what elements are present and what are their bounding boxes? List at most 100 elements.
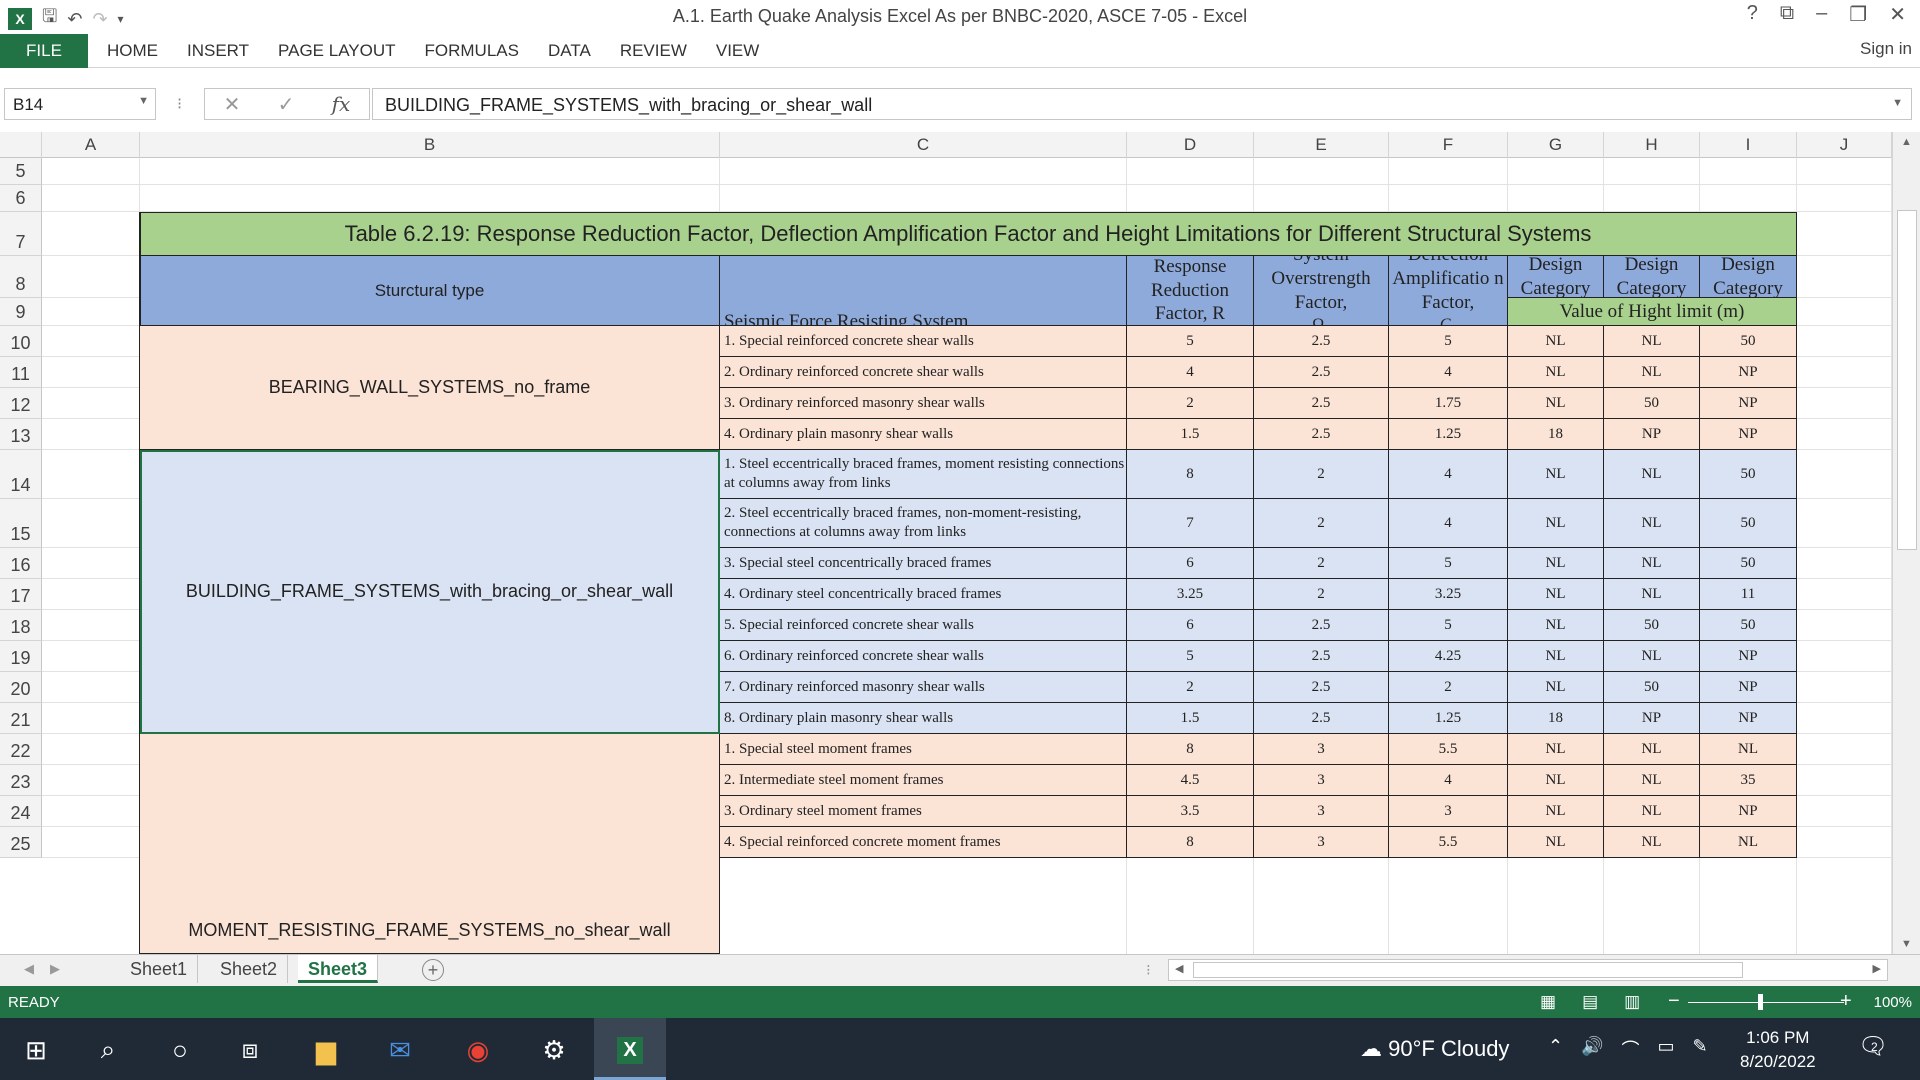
- name-box[interactable]: B14 ▼: [4, 88, 156, 120]
- system-name-cell[interactable]: 4. Special reinforced concrete moment fr…: [720, 827, 1127, 858]
- tab-view[interactable]: VIEW: [716, 41, 759, 61]
- value-cell[interactable]: NP: [1604, 419, 1700, 450]
- row-header-7[interactable]: 7: [0, 212, 42, 256]
- header-structural-type[interactable]: Sturctural type: [140, 256, 720, 326]
- row-header-24[interactable]: 24: [0, 796, 42, 827]
- row-header-16[interactable]: 16: [0, 548, 42, 579]
- system-name-cell[interactable]: 1. Steel eccentrically braced frames, mo…: [720, 450, 1127, 499]
- value-cell[interactable]: NL: [1604, 796, 1700, 827]
- sheet-tab-sheet1[interactable]: Sheet1: [120, 955, 199, 983]
- value-cell[interactable]: NP: [1700, 388, 1797, 419]
- header-sdc-c[interactable]: Seismic Design Category (C): [1604, 256, 1700, 298]
- system-name-cell[interactable]: 4. Ordinary plain masonry shear walls: [720, 419, 1127, 450]
- system-name-cell[interactable]: 8. Ordinary plain masonry shear walls: [720, 703, 1127, 734]
- value-cell[interactable]: 3: [1389, 796, 1508, 827]
- value-cell[interactable]: 5.5: [1389, 734, 1508, 765]
- value-cell[interactable]: 2: [1127, 672, 1254, 703]
- value-cell[interactable]: 50: [1700, 450, 1797, 499]
- value-cell[interactable]: NL: [1508, 548, 1604, 579]
- expand-formula-icon[interactable]: ▼: [1892, 97, 1903, 109]
- select-all-corner[interactable]: [0, 132, 42, 158]
- cortana-icon[interactable]: ○: [160, 1030, 200, 1070]
- enter-icon[interactable]: ✓: [278, 92, 295, 117]
- value-cell[interactable]: 1.5: [1127, 419, 1254, 450]
- scroll-right-icon[interactable]: ▶: [1873, 962, 1881, 975]
- value-cell[interactable]: 7: [1127, 499, 1254, 548]
- value-cell[interactable]: NL: [1508, 672, 1604, 703]
- column-header-c[interactable]: C: [720, 132, 1127, 158]
- task-view-icon[interactable]: ⧈: [230, 1030, 270, 1070]
- column-header-a[interactable]: A: [42, 132, 140, 158]
- value-cell[interactable]: NL: [1604, 641, 1700, 672]
- value-cell[interactable]: 3.5: [1127, 796, 1254, 827]
- scroll-left-icon[interactable]: ◀: [1175, 962, 1183, 975]
- value-cell[interactable]: 3: [1254, 734, 1389, 765]
- value-cell[interactable]: 2.5: [1254, 610, 1389, 641]
- value-cell[interactable]: 50: [1604, 672, 1700, 703]
- value-cell[interactable]: NL: [1508, 734, 1604, 765]
- row-header-9[interactable]: 9: [0, 298, 42, 326]
- system-name-cell[interactable]: 1. Special steel moment frames: [720, 734, 1127, 765]
- sheet-tab-sheet2[interactable]: Sheet2: [210, 955, 289, 983]
- system-name-cell[interactable]: 2. Ordinary reinforced concrete shear wa…: [720, 357, 1127, 388]
- row-header-19[interactable]: 19: [0, 641, 42, 672]
- chevron-up-icon[interactable]: ⌃: [1548, 1036, 1563, 1062]
- header-response-reduction[interactable]: Response Reduction Factor, R: [1127, 256, 1254, 326]
- system-name-cell[interactable]: 7. Ordinary reinforced masonry shear wal…: [720, 672, 1127, 703]
- value-cell[interactable]: 2: [1254, 548, 1389, 579]
- header-overstrength[interactable]: System Overstrength Factor, Ωo: [1254, 256, 1389, 326]
- vertical-scroll-thumb[interactable]: [1897, 210, 1917, 550]
- value-cell[interactable]: NL: [1508, 610, 1604, 641]
- horizontal-scrollbar[interactable]: ◀ ▶: [1168, 959, 1888, 981]
- system-name-cell[interactable]: 2. Intermediate steel moment frames: [720, 765, 1127, 796]
- scroll-down-icon[interactable]: ▼: [1901, 938, 1912, 950]
- value-cell[interactable]: NL: [1508, 357, 1604, 388]
- value-cell[interactable]: NL: [1604, 548, 1700, 579]
- value-cell[interactable]: 6: [1127, 610, 1254, 641]
- file-explorer-icon[interactable]: ▆: [306, 1030, 346, 1070]
- formula-input[interactable]: BUILDING_FRAME_SYSTEMS_with_bracing_or_s…: [372, 88, 1912, 120]
- zoom-slider-thumb[interactable]: [1758, 994, 1763, 1010]
- value-cell[interactable]: NP: [1700, 796, 1797, 827]
- value-cell[interactable]: 5: [1389, 326, 1508, 357]
- value-cell[interactable]: 6: [1127, 548, 1254, 579]
- system-name-cell[interactable]: 1. Special reinforced concrete shear wal…: [720, 326, 1127, 357]
- value-cell[interactable]: 3: [1254, 796, 1389, 827]
- value-cell[interactable]: 2: [1254, 579, 1389, 610]
- system-name-cell[interactable]: 5. Special reinforced concrete shear wal…: [720, 610, 1127, 641]
- header-sdc-b[interactable]: Seismic Design Category (B): [1508, 256, 1604, 298]
- value-cell[interactable]: 3: [1254, 765, 1389, 796]
- value-cell[interactable]: 8: [1127, 450, 1254, 499]
- row-header-14[interactable]: 14: [0, 450, 42, 499]
- value-cell[interactable]: NL: [1508, 388, 1604, 419]
- value-cell[interactable]: NL: [1604, 326, 1700, 357]
- value-cell[interactable]: 50: [1604, 610, 1700, 641]
- system-name-cell[interactable]: 3. Ordinary reinforced masonry shear wal…: [720, 388, 1127, 419]
- value-cell[interactable]: NP: [1700, 419, 1797, 450]
- value-cell[interactable]: 2.5: [1254, 357, 1389, 388]
- weather-widget[interactable]: ☁ 90°F Cloudy: [1360, 1036, 1509, 1062]
- row-header-8[interactable]: 8: [0, 256, 42, 298]
- scroll-up-icon[interactable]: ▲: [1901, 136, 1912, 148]
- value-cell[interactable]: 18: [1508, 419, 1604, 450]
- value-cell[interactable]: NL: [1604, 827, 1700, 858]
- value-cell[interactable]: NL: [1604, 499, 1700, 548]
- column-header-e[interactable]: E: [1254, 132, 1389, 158]
- chrome-icon[interactable]: ◉: [458, 1030, 498, 1070]
- value-cell[interactable]: 4: [1389, 765, 1508, 796]
- horizontal-scroll-thumb[interactable]: [1193, 962, 1743, 978]
- row-header-25[interactable]: 25: [0, 827, 42, 858]
- row-header-11[interactable]: 11: [0, 357, 42, 388]
- vertical-scrollbar[interactable]: ▲ ▼: [1892, 132, 1920, 954]
- value-cell[interactable]: NP: [1700, 703, 1797, 734]
- column-header-h[interactable]: H: [1604, 132, 1700, 158]
- value-cell[interactable]: NL: [1508, 765, 1604, 796]
- column-header-i[interactable]: I: [1700, 132, 1797, 158]
- settings-gear-icon[interactable]: ⚙: [534, 1030, 574, 1070]
- value-cell[interactable]: NL: [1604, 357, 1700, 388]
- value-cell[interactable]: 5: [1389, 610, 1508, 641]
- value-cell[interactable]: NL: [1508, 827, 1604, 858]
- cancel-icon[interactable]: ✕: [224, 92, 241, 117]
- value-cell[interactable]: NP: [1700, 357, 1797, 388]
- value-cell[interactable]: 35: [1700, 765, 1797, 796]
